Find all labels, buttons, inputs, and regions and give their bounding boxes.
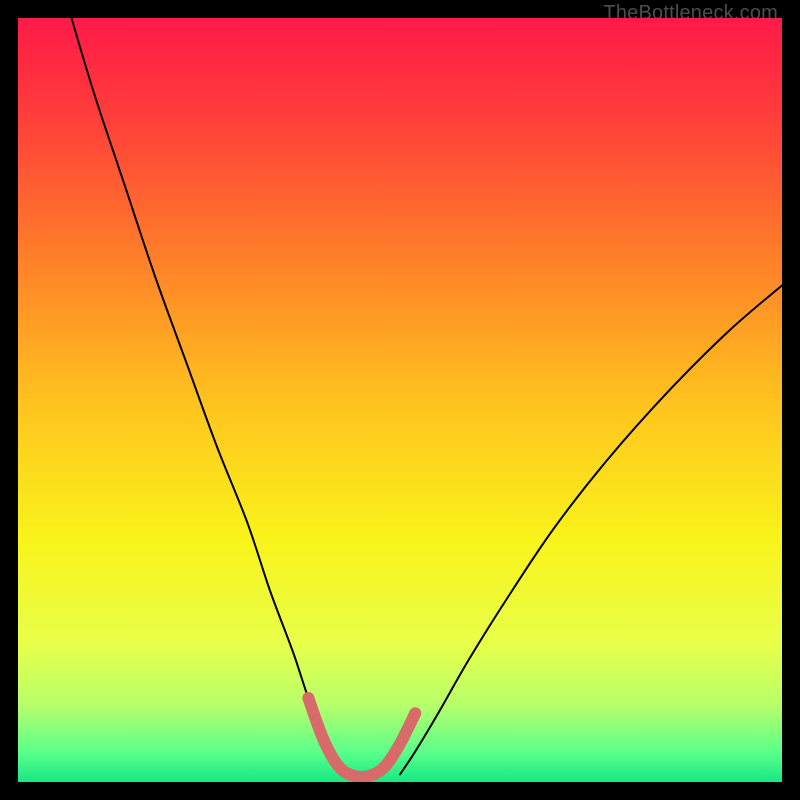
chart-canvas [18,18,782,782]
gradient-background [18,18,782,782]
outer-frame: TheBottleneck.com [0,0,800,800]
plot-area [18,18,782,782]
